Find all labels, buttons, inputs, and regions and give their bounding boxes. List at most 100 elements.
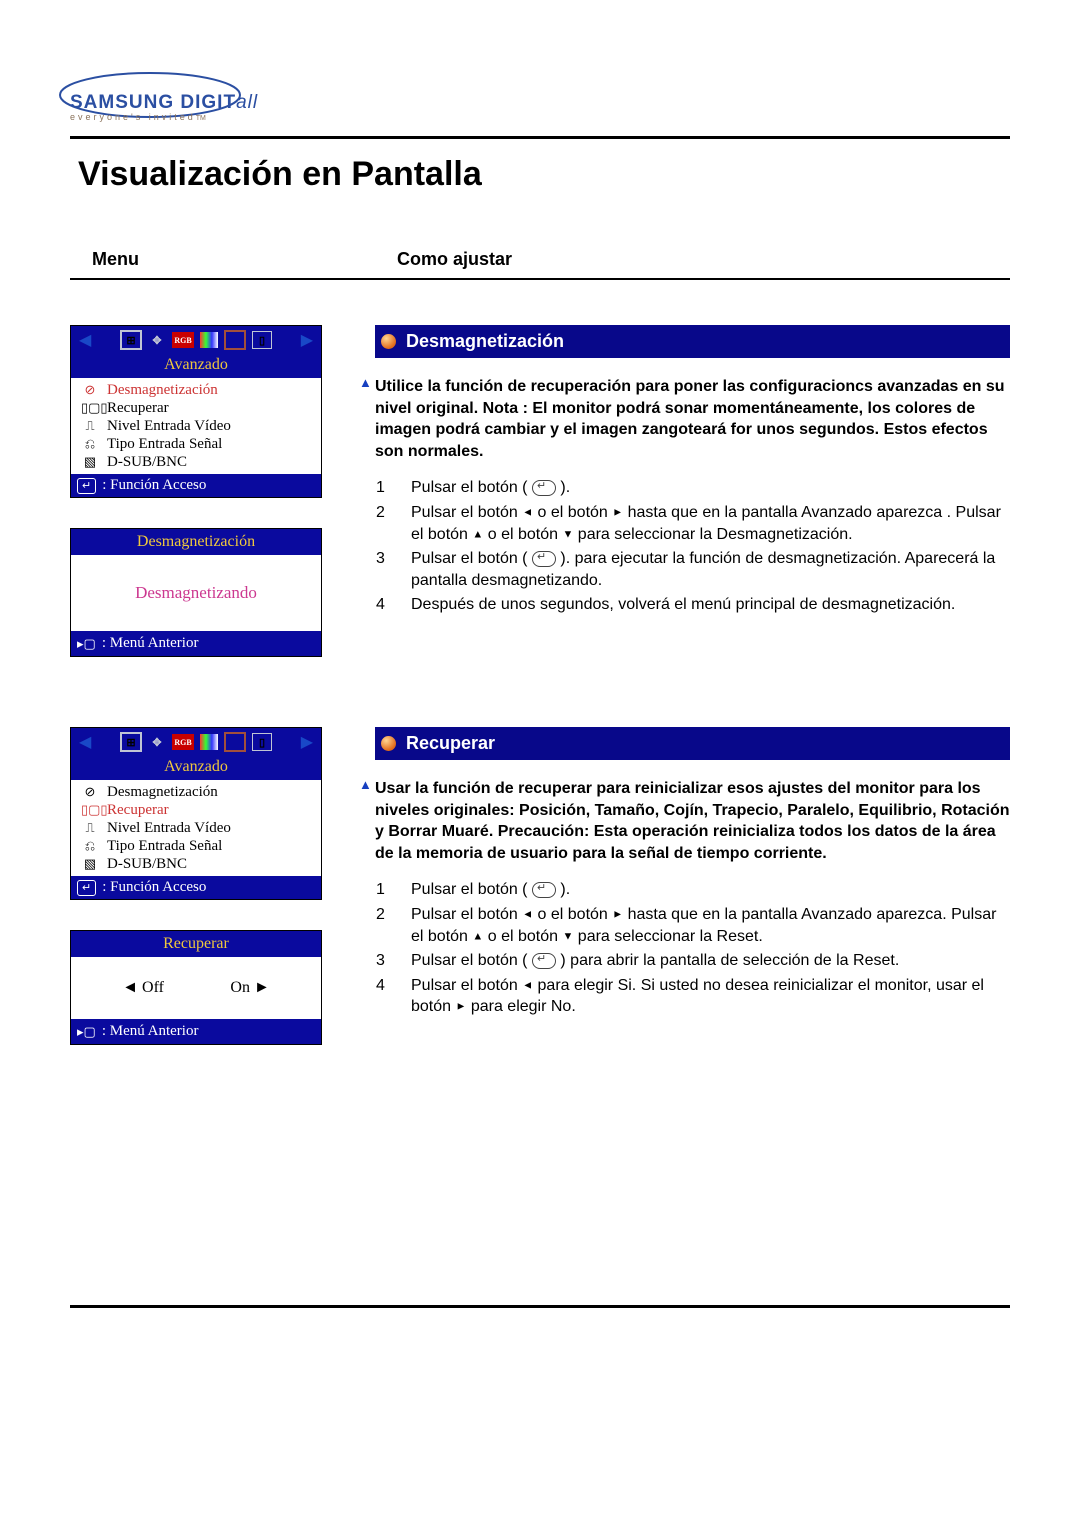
osd-item-icon: ▯▢▯ <box>81 399 99 417</box>
osd-item-icon: ⊘ <box>81 783 99 801</box>
osd-item-icon: ⎌ <box>81 435 99 453</box>
col-header-menu: Menu <box>70 249 397 270</box>
doc-icon: ▯ <box>252 733 272 751</box>
off-option: ◄ Off <box>122 979 164 997</box>
rgb-icon: RGB <box>172 332 194 348</box>
screen-icon <box>224 330 246 350</box>
osd-menu-advanced-1: ◀ ⊞ ✥ RGB ▯ ▶ Avanzado ⊘ Desmagnetización… <box>70 325 322 498</box>
section1-intro: ▲ Utilice la función de recuperación par… <box>375 376 1010 462</box>
osd-item-icon: ⎌ <box>81 837 99 855</box>
osd-item: ⎍Nivel Entrada Vídeo <box>77 417 321 435</box>
bottom-divider <box>70 1305 1010 1308</box>
divider <box>70 136 1010 139</box>
enter-button-icon <box>532 953 556 969</box>
osd-item: ⎌ Tipo Entrada Señal <box>77 435 321 453</box>
right-triangle-icon: ► <box>612 908 623 920</box>
position-icon: ⊞ <box>120 732 142 752</box>
osd-item-label: Nivel Entrada Vídeo <box>107 819 231 837</box>
section2-intro: ▲ Usar la función de recuperar para rein… <box>375 778 1010 864</box>
osd-item: ⊘ Desmagnetización <box>77 381 321 399</box>
tagline: everyone's invited <box>70 112 196 122</box>
osd-item-label: Recuperar <box>107 399 169 417</box>
osd-recall-panel: Recuperar ◄ Off On ► ▸▢: Menú Anterior <box>70 930 322 1045</box>
osd-item-icon: ▧ <box>81 855 99 873</box>
exit-icon: ▸▢ <box>77 636 96 652</box>
step-number: 2 <box>375 501 410 547</box>
right-triangle-icon: ▶ <box>301 330 313 350</box>
step-number: 4 <box>375 974 410 1020</box>
brand-logo: SAMSUNG DIGITall everyone's invitedTM <box>70 70 1010 122</box>
step-number: 4 <box>375 593 410 618</box>
step-row: 3Pulsar el botón ( ). para ejecutar la f… <box>375 547 1010 593</box>
osd-item: ▧D-SUB/BNC <box>77 453 321 471</box>
section1-steps: 1Pulsar el botón ( ).2Pulsar el botón ◄ … <box>375 476 1010 618</box>
step-text: Después de unos segundos, volverá el men… <box>410 593 1010 618</box>
osd-item-label: Desmagnetización <box>107 381 218 399</box>
right-triangle-icon: ► <box>455 1001 466 1013</box>
panel-title: Desmagnetización <box>71 529 321 555</box>
step-text: Pulsar el botón ( ). para ejecutar la fu… <box>410 547 1010 593</box>
osd-item-icon: ▯▢▯ <box>81 801 99 819</box>
step-row: 2Pulsar el botón ◄ o el botón ► hasta qu… <box>375 903 1010 949</box>
osd-item-label: Tipo Entrada Señal <box>107 837 222 855</box>
osd-footer: : Función Acceso <box>102 477 206 494</box>
down-triangle-icon: ▼ <box>562 930 573 942</box>
right-triangle-icon: ▶ <box>301 732 313 752</box>
panel-title: Recuperar <box>71 931 321 957</box>
osd-item: ▧D-SUB/BNC <box>77 855 321 873</box>
step-text: Pulsar el botón ( ). <box>410 476 1010 501</box>
up-triangle-icon: ▲ <box>472 930 483 942</box>
panel-footer: : Menú Anterior <box>102 1023 199 1040</box>
up-triangle-icon: ▲ <box>472 528 483 540</box>
step-number: 1 <box>375 878 410 903</box>
osd-item: ⎍ Nivel Entrada Vídeo <box>77 819 321 837</box>
on-option: On ► <box>230 979 269 997</box>
brand-main: SAMSUNG <box>70 92 174 113</box>
bullet-icon <box>381 334 396 349</box>
osd-degauss-panel: Desmagnetización Desmagnetizando ▸▢: Men… <box>70 528 322 657</box>
brand-sub: DIGIT <box>180 92 236 113</box>
section2-steps: 1Pulsar el botón ( ).2Pulsar el botón ◄ … <box>375 878 1010 1020</box>
step-number: 3 <box>375 949 410 974</box>
enter-button-icon <box>532 551 556 567</box>
osd-footer: : Función Acceso <box>102 879 206 896</box>
osd-subtitle: Avanzado <box>71 756 321 780</box>
section-title: Desmagnetización <box>406 331 564 352</box>
enter-key-icon: ↵ <box>77 880 96 896</box>
step-number: 2 <box>375 903 410 949</box>
geometry-icon: ✥ <box>148 332 166 348</box>
step-text: Pulsar el botón ( ) para abrir la pantal… <box>410 949 1010 974</box>
section-header-degauss: Desmagnetización <box>375 325 1010 358</box>
position-icon: ⊞ <box>120 330 142 350</box>
osd-subtitle: Avanzado <box>71 354 321 378</box>
left-triangle-icon: ◄ <box>522 908 533 920</box>
step-row: 1Pulsar el botón ( ). <box>375 476 1010 501</box>
enter-key-icon: ↵ <box>77 478 96 494</box>
osd-item-icon: ▧ <box>81 453 99 471</box>
scroll-up-icon: ▲ <box>359 776 372 794</box>
osd-item-label: Desmagnetización <box>107 783 218 801</box>
left-triangle-icon: ◀ <box>79 330 91 350</box>
step-text: Pulsar el botón ( ). <box>410 878 1010 903</box>
osd-item-icon: ⎍ <box>81 819 99 837</box>
doc-icon: ▯ <box>252 331 272 349</box>
osd-item-icon: ⎍ <box>81 417 99 435</box>
rgb-icon: RGB <box>172 734 194 750</box>
color-bars-icon <box>200 332 218 348</box>
left-triangle-icon: ◄ <box>522 506 533 518</box>
scroll-up-icon: ▲ <box>359 374 372 392</box>
osd-item: ▯▢▯ Recuperar <box>77 801 321 819</box>
step-row: 4Después de unos segundos, volverá el me… <box>375 593 1010 618</box>
osd-item-label: Tipo Entrada Señal <box>107 435 222 453</box>
osd-item-icon: ⊘ <box>81 381 99 399</box>
step-number: 1 <box>375 476 410 501</box>
screen-icon <box>224 732 246 752</box>
enter-button-icon <box>532 882 556 898</box>
step-row: 3Pulsar el botón ( ) para abrir la panta… <box>375 949 1010 974</box>
osd-item-label: Recuperar <box>107 801 169 819</box>
brand-ital: all <box>236 92 258 113</box>
left-triangle-icon: ◀ <box>79 732 91 752</box>
panel-footer: : Menú Anterior <box>102 635 199 652</box>
color-bars-icon <box>200 734 218 750</box>
step-text: Pulsar el botón ◄ o el botón ► hasta que… <box>410 903 1010 949</box>
